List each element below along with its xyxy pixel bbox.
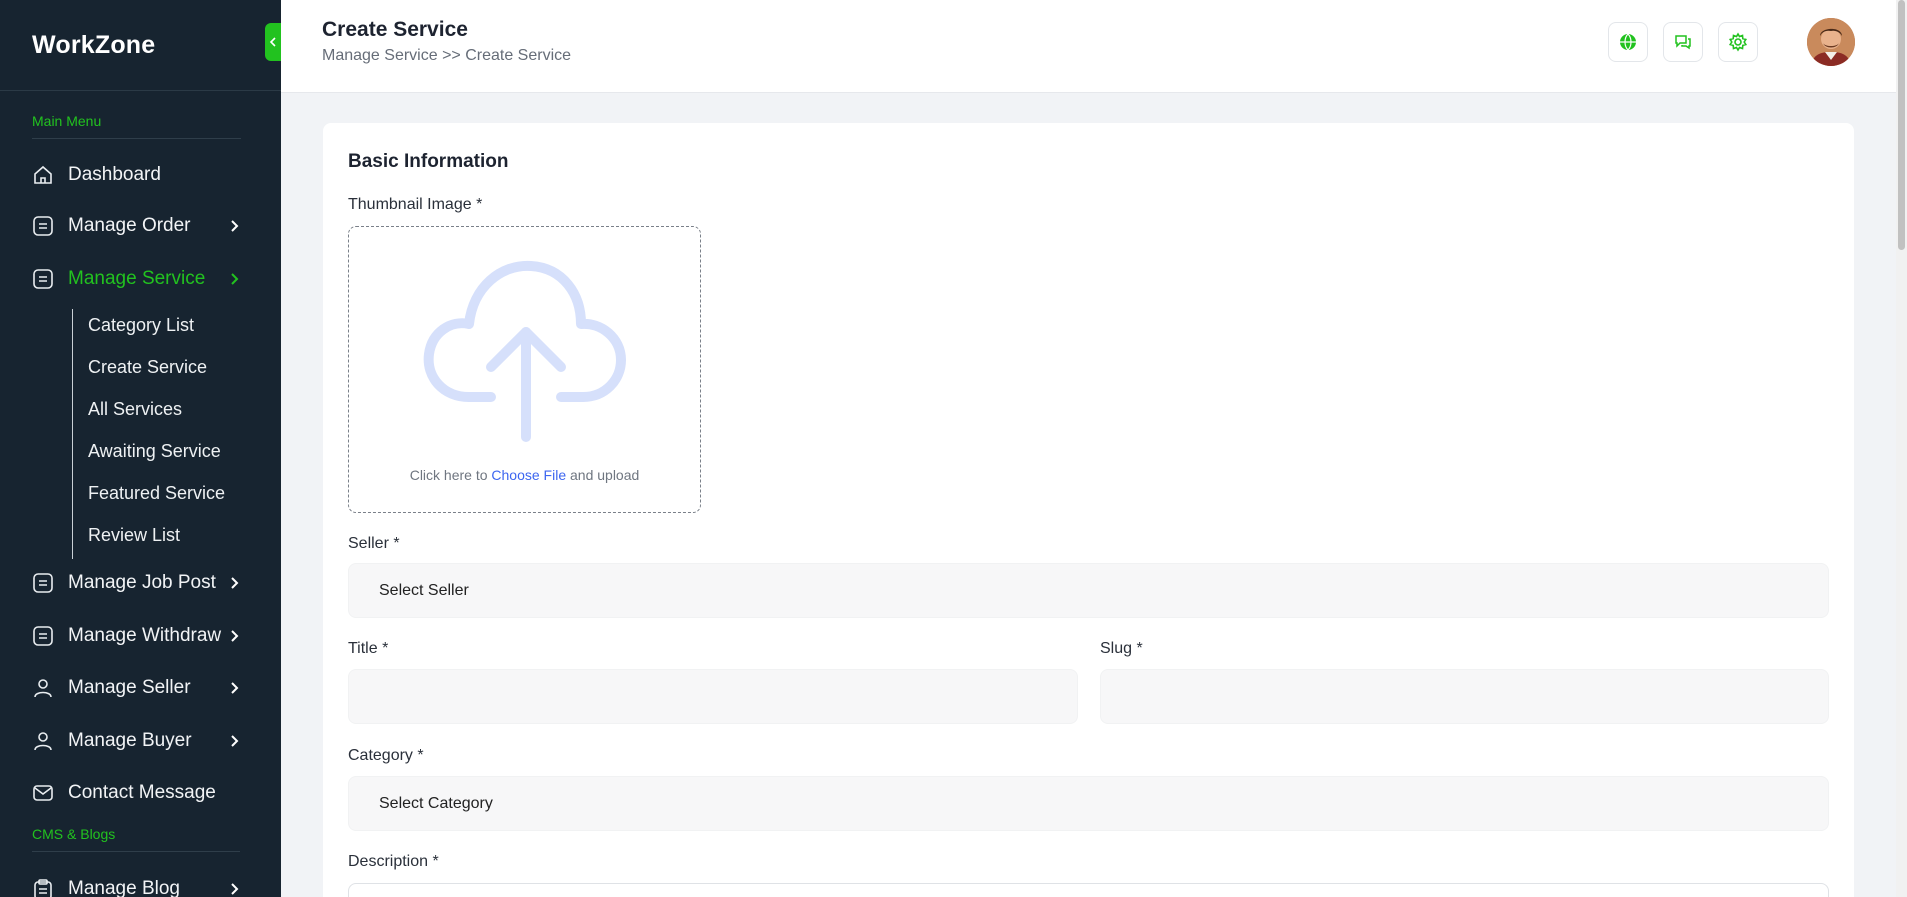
section-title: Basic Information [348,151,509,172]
sidebar-item-manage-blog[interactable]: Manage Blog [32,874,242,897]
seller-select-value: Select Seller [379,581,469,599]
basic-information-card: Basic Information Thumbnail Image * Clic… [323,123,1854,897]
title-label: Title * [348,640,389,657]
chevron-right-icon [231,577,239,589]
submenu-item-review-list[interactable]: Review List [88,525,180,546]
category-select-value: Select Category [379,794,493,812]
submenu-item-featured-service[interactable]: Featured Service [88,483,225,504]
category-select[interactable]: Select Category [348,776,1829,831]
submenu-item-awaiting-service[interactable]: Awaiting Service [88,441,221,462]
sidebar-item-label: Manage Blog [68,878,180,897]
list-icon [32,215,54,237]
sidebar-item-manage-seller[interactable]: Manage Seller [32,673,242,703]
sidebar-item-label: Manage Buyer [68,730,192,751]
chevron-right-icon [231,220,239,232]
top-header: Create Service Manage Service >> Create … [281,0,1896,93]
language-button[interactable] [1608,22,1648,62]
sidebar-item-manage-order[interactable]: Manage Order [32,211,242,241]
list-icon [32,625,54,647]
avatar-image [1807,18,1855,66]
clipboard-icon [32,878,54,897]
slug-label: Slug * [1100,640,1143,657]
list-icon [32,572,54,594]
thumbnail-upload-dropzone[interactable]: Click here to Choose File and upload [348,226,701,513]
chevron-right-icon [231,630,239,642]
page-scrollbar[interactable] [1896,0,1907,897]
sidebar-item-manage-job-post[interactable]: Manage Job Post [32,568,242,598]
scrollbar-thumb[interactable] [1898,0,1905,250]
user-icon [32,677,54,699]
globe-icon [1620,33,1636,51]
title-input[interactable] [348,669,1078,724]
upload-prefix-text: Click here to [409,467,488,483]
slug-input[interactable] [1100,669,1829,724]
breadcrumb[interactable]: Manage Service >> Create Service [322,47,571,65]
submenu-item-category-list[interactable]: Category List [88,315,194,336]
sidebar-item-label: Manage Service [68,268,206,289]
chevron-right-icon [231,735,239,747]
sidebar-item-manage-service[interactable]: Manage Service [32,264,242,294]
sidebar: WorkZone Main Menu Dashboard Manage Orde… [0,0,281,897]
thumbnail-label: Thumbnail Image * [348,196,483,213]
sidebar-item-label: Manage Job Post [68,572,216,593]
section-label-main-menu: Main Menu [32,113,241,139]
submenu-manage-service: Category List Create Service All Service… [72,309,252,559]
submenu-item-all-services[interactable]: All Services [88,399,182,420]
description-label: Description * [348,853,439,870]
seller-select[interactable]: Select Seller [348,563,1829,618]
page-title: Create Service [322,18,468,41]
list-icon [32,268,54,290]
sidebar-item-dashboard[interactable]: Dashboard [32,160,242,190]
choose-file-link[interactable]: Choose File [491,467,566,483]
section-label-cms-blogs: CMS & Blogs [32,826,240,852]
sidebar-collapse-button[interactable] [265,23,281,61]
home-icon [32,164,54,186]
user-avatar[interactable] [1807,18,1855,66]
sidebar-item-contact-message[interactable]: Contact Message [32,778,242,808]
category-label: Category * [348,747,424,764]
cloud-upload-icon [423,260,626,442]
sidebar-item-label: Manage Order [68,215,191,236]
sidebar-item-label: Manage Withdraw [68,625,222,646]
chevron-right-icon [231,682,239,694]
mail-icon [32,782,54,804]
chevron-right-icon [231,883,239,895]
sidebar-item-label: Manage Seller [68,677,191,698]
sidebar-item-manage-withdraw[interactable]: Manage Withdraw [32,621,242,651]
gear-icon [1728,32,1748,52]
upload-suffix-text: and upload [570,467,640,483]
settings-button[interactable] [1718,22,1758,62]
description-editor[interactable] [348,883,1829,897]
chat-icon [1675,35,1691,50]
upload-instructions: Click here to Choose File and upload [349,467,700,483]
chevron-left-icon [269,37,276,47]
brand-logo[interactable]: WorkZone [0,0,281,91]
sidebar-item-label: Dashboard [68,164,161,185]
seller-label: Seller * [348,535,400,552]
sidebar-item-label: Contact Message [68,782,216,803]
user-icon [32,730,54,752]
messages-button[interactable] [1663,22,1703,62]
sidebar-item-manage-buyer[interactable]: Manage Buyer [32,726,242,756]
submenu-item-create-service[interactable]: Create Service [88,357,207,378]
chevron-right-icon [231,273,239,285]
